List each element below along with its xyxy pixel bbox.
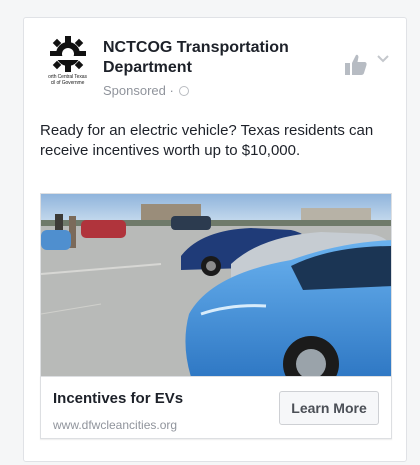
sponsored-post-card: orth Central Texas cil of Governme NCTCO…	[23, 17, 407, 462]
logo-caption: orth Central Texas cil of Governme	[48, 74, 87, 86]
sponsored-label: Sponsored ·	[103, 83, 190, 98]
post-message: Ready for an electric vehicle? Texas res…	[40, 122, 374, 159]
globe-icon	[179, 86, 190, 96]
ad-image[interactable]	[40, 193, 392, 376]
thumbs-up-icon[interactable]	[344, 54, 368, 76]
learn-more-button[interactable]: Learn More	[279, 391, 379, 425]
gear-logo-icon	[48, 36, 88, 72]
chevron-down-icon[interactable]	[376, 54, 390, 64]
post-header: orth Central Texas cil of Governme NCTCO…	[40, 32, 392, 98]
electric-cars-photo	[41, 194, 391, 376]
page-logo[interactable]: orth Central Texas cil of Governme	[40, 32, 95, 87]
page-name-link[interactable]: NCTCOG Transportation Department	[103, 38, 343, 78]
link-title[interactable]: Incentives for EVs	[53, 390, 183, 407]
sponsored-text: Sponsored ·	[103, 83, 178, 98]
link-preview[interactable]: Incentives for EVs www.dfwcleancities.or…	[40, 376, 392, 439]
link-domain: www.dfwcleancities.org	[53, 418, 178, 432]
